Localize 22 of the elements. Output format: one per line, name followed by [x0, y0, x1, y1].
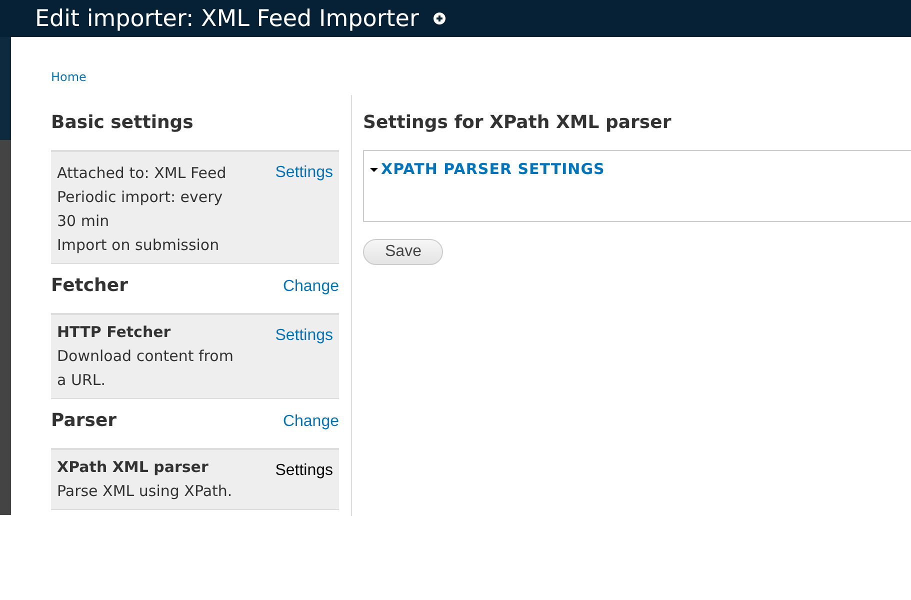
- settings-link[interactable]: Settings: [275, 327, 333, 392]
- config-text: Parse XML using XPath.: [57, 481, 234, 502]
- save-button[interactable]: Save: [363, 239, 444, 265]
- breadcrumb-link[interactable]: Home: [51, 70, 86, 84]
- section-heading: Parser: [51, 410, 117, 431]
- change-link[interactable]: Change: [282, 278, 339, 296]
- config-text: Import on submission: [57, 235, 220, 256]
- config-text: Periodic import: every 30 min: [57, 187, 224, 232]
- settings-link[interactable]: Settings: [275, 164, 333, 257]
- add-shortcut-icon[interactable]: [432, 12, 446, 25]
- config-text: Attached to: XML Feed: [57, 163, 228, 184]
- section-heading: Basic settings: [51, 112, 194, 133]
- plugin-name: XPath XML parser: [57, 457, 210, 478]
- page-title: Edit importer: XML Feed Importer: [35, 6, 419, 32]
- change-link[interactable]: Change: [282, 413, 339, 431]
- plugin-name: HTTP Fetcher: [57, 322, 172, 343]
- settings-link[interactable]: Settings: [275, 462, 333, 503]
- fieldset-toggle[interactable]: XPATH PARSER SETTINGS: [370, 160, 605, 178]
- settings-heading: Settings for XPath XML parser: [363, 112, 672, 134]
- section-heading: Fetcher: [51, 275, 128, 296]
- config-text: Download content from a URL.: [57, 346, 234, 391]
- caret-icon: [370, 166, 378, 173]
